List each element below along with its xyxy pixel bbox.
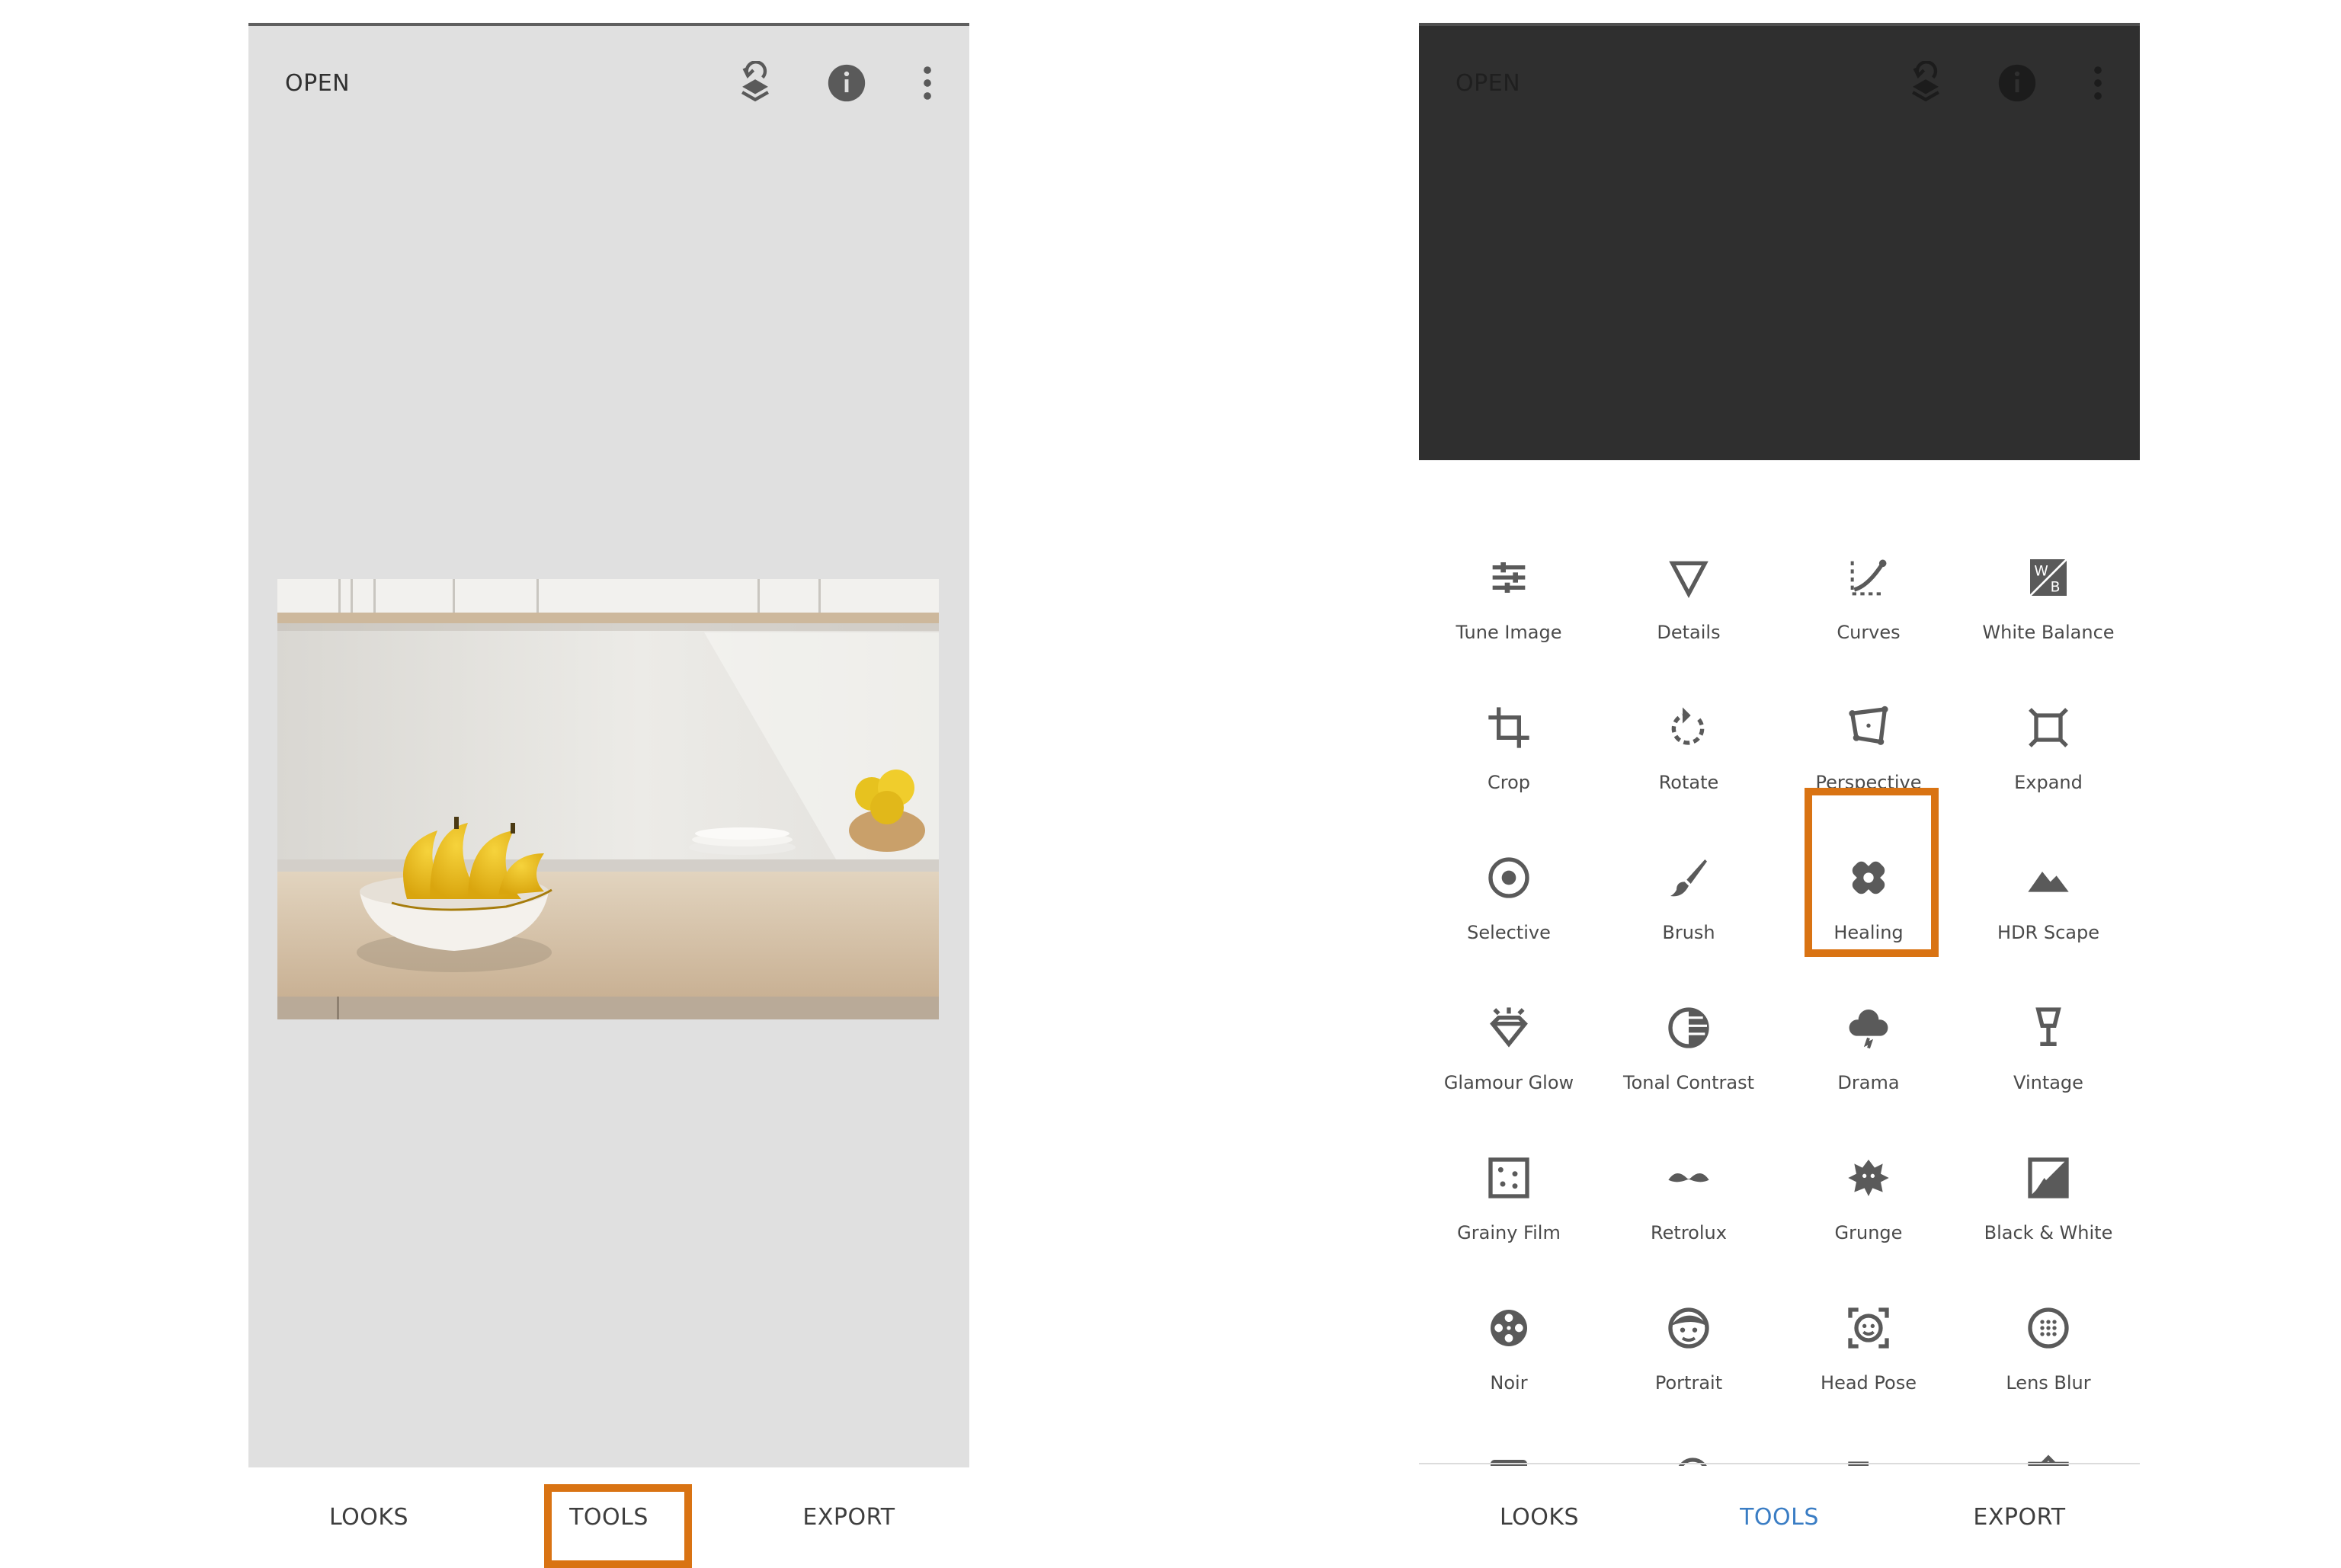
tool-glamour-glow[interactable]: Glamour Glow <box>1419 961 1599 1110</box>
selective-icon <box>1478 847 1539 908</box>
tool-label: Tonal Contrast <box>1622 1072 1755 1093</box>
retrolux-icon <box>1658 1147 1719 1208</box>
tool-label: Glamour Glow <box>1443 1072 1574 1093</box>
tool-grunge[interactable]: Grunge <box>1779 1111 1958 1260</box>
more-options-icon[interactable] <box>901 56 954 110</box>
tool-label: Tune Image <box>1456 622 1562 643</box>
curves-icon <box>1838 547 1899 608</box>
healing-tool-highlight <box>1805 788 1939 957</box>
tool-rotate[interactable]: Rotate <box>1599 661 1779 810</box>
glamour-glow-icon <box>1478 997 1539 1058</box>
vintage-icon <box>2018 997 2079 1058</box>
tool-grainy-film[interactable]: Grainy Film <box>1419 1111 1599 1260</box>
dimmed-photo-area: OPEN <box>1419 26 2140 460</box>
tool-label: Vintage <box>2013 1072 2083 1093</box>
left-phone-screen: OPEN LOOKS TOOLS EXPORT <box>248 23 969 1531</box>
tool-tonal-contrast[interactable]: Tonal Contrast <box>1599 961 1779 1110</box>
info-icon[interactable] <box>820 56 873 110</box>
expand-icon <box>2018 697 2079 758</box>
nav-divider <box>1419 1463 2140 1464</box>
lens-blur-icon <box>2018 1298 2079 1358</box>
tool-selective[interactable]: Selective <box>1419 811 1599 960</box>
black-white-icon <box>2018 1147 2079 1208</box>
tool-label: Noir <box>1490 1372 1528 1394</box>
photo-preview <box>277 579 939 1019</box>
svg-text:B: B <box>2051 580 2061 596</box>
right-phone-screen: OPEN Tune Image Details Curves W B White Bala… <box>1419 23 2140 1531</box>
tab-tools[interactable]: TOOLS <box>1660 1470 1899 1563</box>
head-pose-icon <box>1838 1298 1899 1358</box>
bottom-navigation: LOOKS TOOLS EXPORT <box>1419 1470 2140 1563</box>
undo-layers-icon[interactable] <box>729 56 782 110</box>
tool-label: Drama <box>1837 1072 1900 1093</box>
tool-label: White Balance <box>1982 622 2115 643</box>
noir-icon <box>1478 1298 1539 1358</box>
tool-curves[interactable]: Curves <box>1779 510 1958 660</box>
brush-icon <box>1658 847 1719 908</box>
portrait-icon <box>1658 1298 1719 1358</box>
tool-white-balance[interactable]: W B White Balance <box>1958 510 2138 660</box>
tool-portrait[interactable]: Portrait <box>1599 1261 1779 1410</box>
crop-icon <box>1478 697 1539 758</box>
open-button[interactable]: OPEN <box>1456 70 1520 97</box>
tool-label: Retrolux <box>1651 1222 1727 1243</box>
top-bar: OPEN <box>248 26 969 140</box>
tool-label: Brush <box>1662 922 1715 943</box>
top-bar: OPEN <box>1419 26 2140 140</box>
tool-label: Details <box>1657 622 1721 643</box>
tab-export[interactable]: EXPORT <box>1899 1470 2140 1563</box>
rotate-icon <box>1658 697 1719 758</box>
tool-double-exposure[interactable] <box>1599 1411 1779 1466</box>
tools-grid: Tune Image Details Curves W B White Balance Cr… <box>1419 498 2140 1466</box>
tool-label: Curves <box>1837 622 1901 643</box>
tool-label: Lens Blur <box>2006 1372 2091 1394</box>
tab-looks[interactable]: LOOKS <box>1419 1470 1660 1563</box>
tool-label: Grainy Film <box>1457 1222 1561 1243</box>
tool-label: Black & White <box>1984 1222 2113 1243</box>
white-balance-icon: WB <box>2018 547 2079 608</box>
tool-label: Expand <box>2014 772 2083 793</box>
tool-label: HDR Scape <box>1997 922 2099 943</box>
tool-label: Selective <box>1467 922 1551 943</box>
drama-icon <box>1838 997 1899 1058</box>
grunge-icon <box>1838 1147 1899 1208</box>
svg-text:W: W <box>2034 563 2048 579</box>
tune-image-icon <box>1478 547 1539 608</box>
undo-layers-icon[interactable] <box>1899 56 1952 110</box>
tool-label: Crop <box>1487 772 1530 793</box>
tool-text[interactable] <box>1779 1411 1958 1466</box>
tab-looks[interactable]: LOOKS <box>248 1470 489 1563</box>
tool-noir[interactable]: Noir <box>1419 1261 1599 1410</box>
tool-frames[interactable] <box>1958 1411 2138 1466</box>
info-icon[interactable] <box>1990 56 2044 110</box>
more-options-icon[interactable] <box>2071 56 2125 110</box>
tools-tab-highlight <box>544 1484 692 1568</box>
tab-export[interactable]: EXPORT <box>729 1470 969 1563</box>
tool-label: Grunge <box>1834 1222 1903 1243</box>
tool-label: Rotate <box>1658 772 1719 793</box>
tool-black-white[interactable]: Black & White <box>1958 1111 2138 1260</box>
tool-crop[interactable]: Crop <box>1419 661 1599 810</box>
tool-expand[interactable]: Expand <box>1958 661 2138 810</box>
tool-vignette[interactable] <box>1419 1411 1599 1466</box>
perspective-icon <box>1838 697 1899 758</box>
tool-drama[interactable]: Drama <box>1779 961 1958 1110</box>
tool-label: Head Pose <box>1821 1372 1917 1394</box>
tool-label: Portrait <box>1654 1372 1723 1394</box>
hdr-scape-icon <box>2018 847 2079 908</box>
tool-lens-blur[interactable]: Lens Blur <box>1958 1261 2138 1410</box>
open-button[interactable]: OPEN <box>285 70 350 97</box>
tonal-contrast-icon <box>1658 997 1719 1058</box>
tool-hdr-scape[interactable]: HDR Scape <box>1958 811 2138 960</box>
tool-head-pose[interactable]: Head Pose <box>1779 1261 1958 1410</box>
tool-brush[interactable]: Brush <box>1599 811 1779 960</box>
tool-tune-image[interactable]: Tune Image <box>1419 510 1599 660</box>
grainy-film-icon <box>1478 1147 1539 1208</box>
details-icon <box>1658 547 1719 608</box>
tool-vintage[interactable]: Vintage <box>1958 961 2138 1110</box>
tool-details[interactable]: Details <box>1599 510 1779 660</box>
tool-retrolux[interactable]: Retrolux <box>1599 1111 1779 1260</box>
